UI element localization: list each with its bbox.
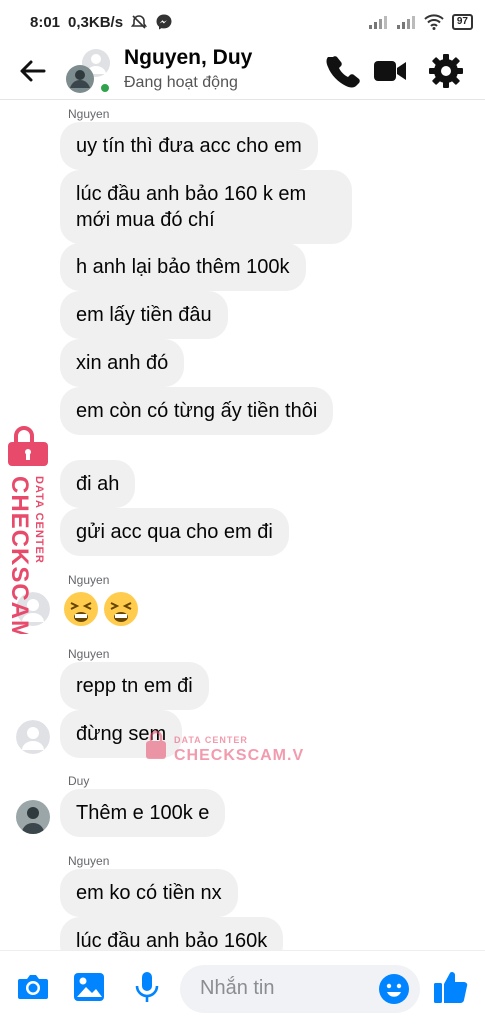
message-bubble[interactable]: em còn có từng ấy tiền thôi bbox=[60, 387, 334, 435]
sender-label: Nguyen bbox=[68, 647, 110, 661]
message-bubble[interactable]: h anh lại bảo thêm 100k bbox=[60, 243, 306, 291]
video-call-icon[interactable] bbox=[372, 53, 408, 89]
watermark-brand: CHECKSCAM.VN bbox=[6, 476, 33, 634]
sender-label: Duy bbox=[68, 774, 90, 788]
watermark-brand-center: CHECKSCAM.VN bbox=[174, 747, 304, 764]
wifi-icon bbox=[424, 14, 444, 30]
status-bar: 8:01 0,3KB/s 97 bbox=[0, 0, 485, 44]
back-arrow-icon[interactable] bbox=[16, 54, 50, 88]
camera-icon[interactable] bbox=[16, 970, 50, 1004]
watermark-left: CHECKSCAM.VN DATA CENTER bbox=[6, 426, 48, 634]
gear-icon[interactable] bbox=[428, 53, 464, 89]
message-bubble[interactable]: Thêm e 100k e bbox=[60, 789, 226, 837]
chat-header: Nguyen, Duy Đang hoạt động bbox=[0, 44, 485, 100]
emoji-message[interactable] bbox=[62, 590, 140, 628]
message-bubble[interactable]: uy tín thì đưa acc cho em bbox=[60, 122, 318, 170]
message-bubble[interactable]: repp tn em đi bbox=[60, 662, 209, 710]
message-bubble[interactable]: xin anh đó bbox=[60, 339, 185, 387]
watermark-center: DATA CENTER CHECKSCAM.VN bbox=[146, 730, 304, 764]
tired-face-emoji-icon bbox=[104, 592, 138, 626]
message-input-placeholder: Nhắn tin bbox=[200, 977, 275, 999]
sender-label: Nguyen bbox=[68, 107, 110, 121]
status-time: 8:01 bbox=[30, 13, 61, 31]
header-avatar[interactable] bbox=[64, 48, 111, 94]
watermark-tag: DATA CENTER bbox=[33, 476, 45, 564]
avatar[interactable] bbox=[16, 800, 50, 834]
message-bubble[interactable]: lúc đầu anh bảo 160 k em mới mua đó chí bbox=[60, 170, 352, 244]
phone-icon[interactable] bbox=[324, 53, 360, 89]
message-input[interactable]: Nhắn tin bbox=[180, 965, 420, 1013]
alarm-off-icon bbox=[131, 15, 148, 29]
avatar[interactable] bbox=[16, 720, 50, 754]
messenger-icon bbox=[156, 14, 172, 30]
message-bubble[interactable]: em lấy tiền đâu bbox=[60, 291, 228, 339]
message-bubble[interactable]: em ko có tiền nx bbox=[60, 869, 238, 917]
network-speed: 0,3KB/s bbox=[68, 13, 124, 31]
signal-icon-2 bbox=[396, 16, 415, 29]
tired-face-emoji-icon bbox=[64, 592, 98, 626]
composer-bar: Nhắn tin bbox=[0, 950, 485, 1024]
signal-icon bbox=[368, 16, 387, 29]
watermark-tag-center: DATA CENTER bbox=[174, 735, 248, 745]
message-bubble[interactable]: gửi acc qua cho em đi bbox=[60, 508, 289, 556]
sender-label: Nguyen bbox=[68, 573, 110, 587]
microphone-icon[interactable] bbox=[130, 970, 164, 1004]
active-status: Đang hoạt động bbox=[124, 74, 238, 91]
battery-level: 97 bbox=[451, 14, 473, 30]
image-gallery-icon[interactable] bbox=[72, 970, 106, 1004]
contact-name[interactable]: Nguyen, Duy bbox=[124, 46, 252, 70]
emoji-icon[interactable] bbox=[378, 973, 410, 1005]
thumbs-up-icon[interactable] bbox=[432, 968, 470, 1006]
sender-label: Nguyen bbox=[68, 854, 110, 868]
message-bubble[interactable]: đi ah bbox=[60, 460, 136, 508]
